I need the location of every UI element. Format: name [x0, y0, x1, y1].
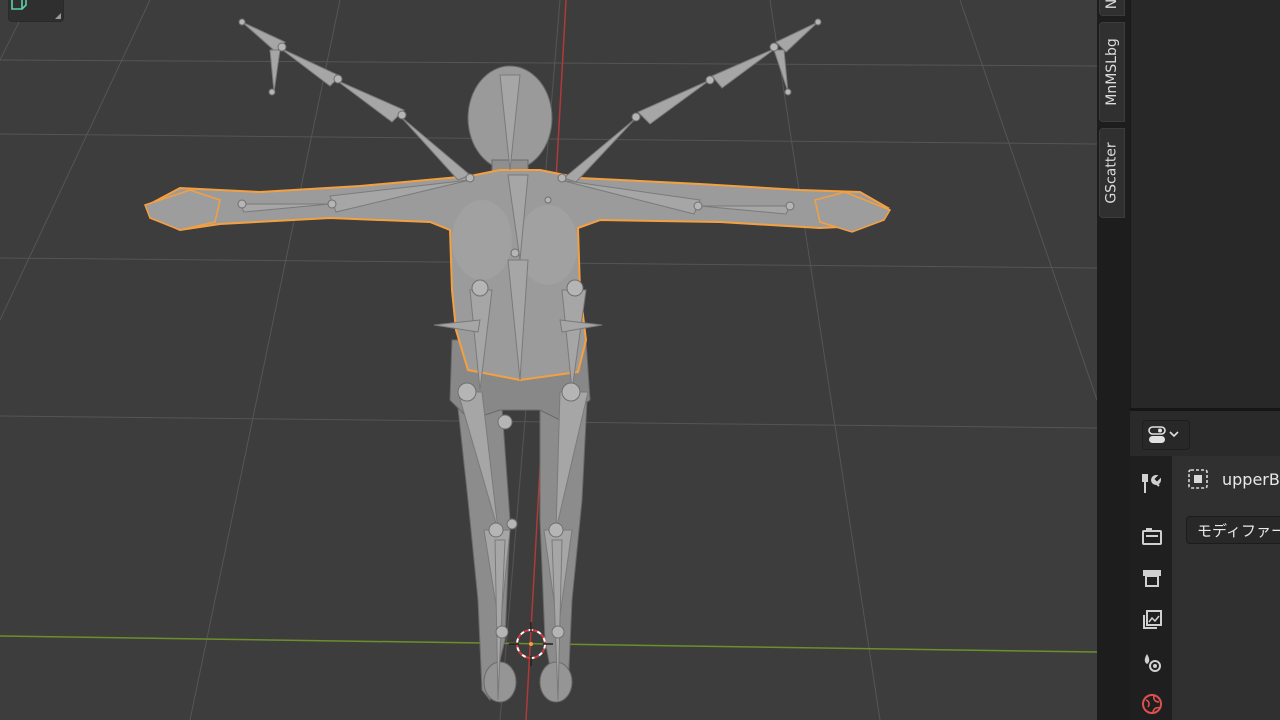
- properties-editor-icon: [1148, 426, 1179, 443]
- tab-gscatter-label: GScatter: [1104, 142, 1121, 204]
- tool-icon: [1142, 474, 1162, 493]
- sidebar-tab-strip: N MnMSLbg GScatter: [1097, 0, 1130, 720]
- properties-header: [1130, 408, 1280, 459]
- view-gizmo-button[interactable]: [8, 0, 64, 22]
- outliner-area: [1130, 0, 1280, 408]
- properties-tabs: [1130, 456, 1172, 720]
- tool-tab[interactable]: [1138, 470, 1166, 498]
- tab-mnmslbg-label: MnMSLbg: [1104, 38, 1120, 106]
- cube-icon: [11, 0, 27, 10]
- object-name-row: upperB: [1186, 466, 1280, 492]
- editor-type-button[interactable]: [1142, 420, 1190, 450]
- render-tab[interactable]: [1138, 522, 1166, 550]
- viewport-scene: [0, 0, 1097, 720]
- 3d-viewport[interactable]: [0, 0, 1097, 720]
- properties-main: upperB モディファー: [1172, 456, 1280, 720]
- view-layer-icon: [1143, 610, 1162, 629]
- view-layer-tab[interactable]: [1138, 606, 1166, 634]
- scene-icon: [1144, 654, 1161, 672]
- render-icon: [1142, 528, 1162, 545]
- object-name: upperB: [1222, 469, 1280, 489]
- tab-n[interactable]: N: [1099, 0, 1125, 16]
- world-icon: [1142, 694, 1162, 714]
- tab-n-label: N: [1103, 0, 1120, 10]
- tab-mnmslbg[interactable]: MnMSLbg: [1099, 22, 1125, 122]
- output-icon: [1143, 570, 1161, 587]
- scene-tab[interactable]: [1138, 648, 1166, 676]
- output-tab[interactable]: [1138, 564, 1166, 592]
- dropdown-corner-icon: [55, 13, 61, 19]
- modifier-button[interactable]: モディファー: [1186, 516, 1280, 544]
- object-icon: [1188, 469, 1208, 489]
- world-tab[interactable]: [1138, 690, 1166, 718]
- tab-gscatter[interactable]: GScatter: [1099, 128, 1125, 218]
